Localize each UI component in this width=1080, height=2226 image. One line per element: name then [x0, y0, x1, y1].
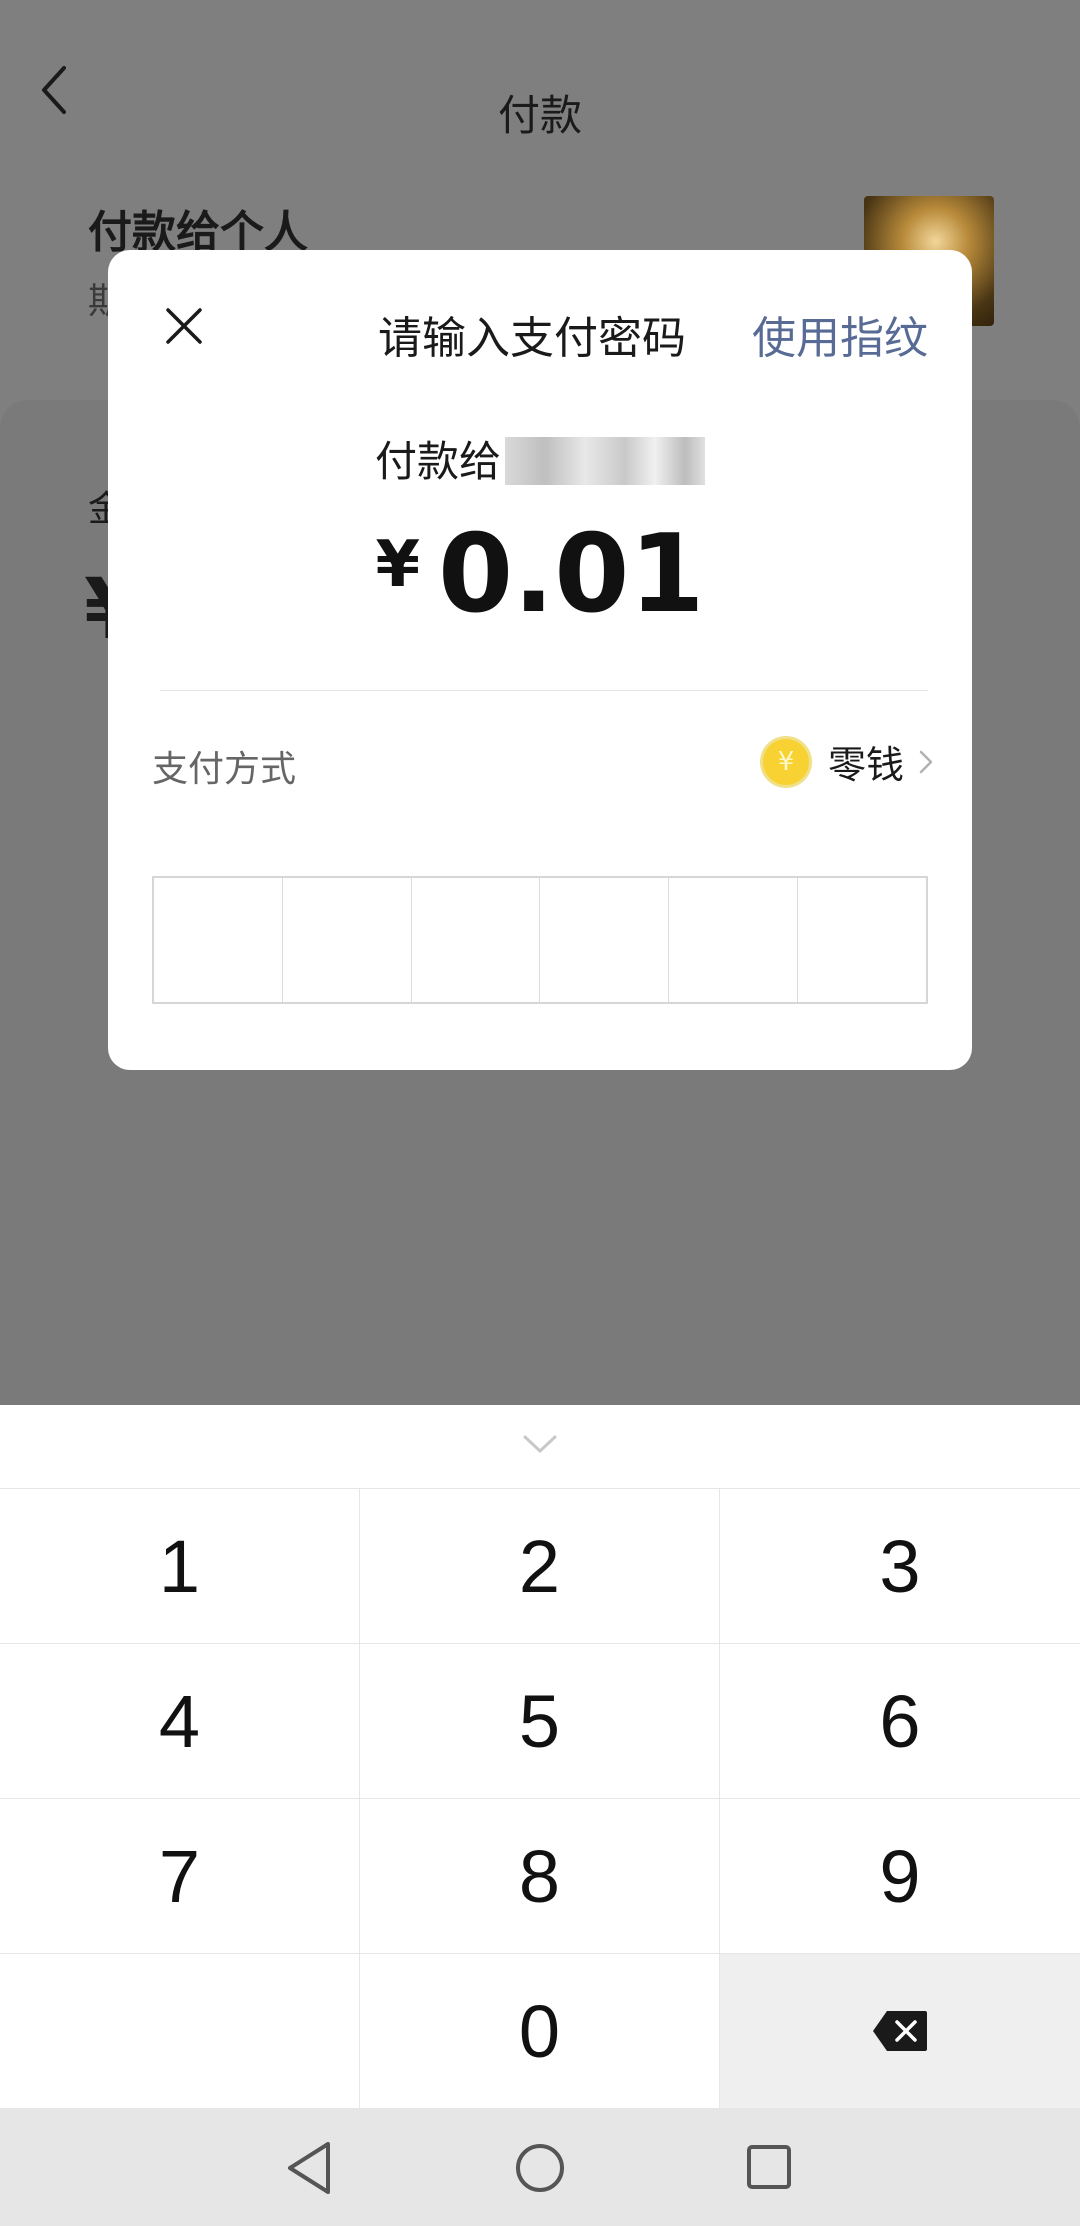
key-6[interactable]: 6 [720, 1644, 1080, 1799]
payment-method-label: 支付方式 [152, 749, 297, 790]
system-nav-bar [0, 2108, 1080, 2226]
key-empty [0, 1954, 360, 2109]
keypad-collapse-button[interactable] [0, 1405, 1080, 1488]
password-digit-cell [798, 878, 926, 1002]
delete-key[interactable] [720, 1954, 1080, 2109]
numeric-keypad-panel: 1 2 3 4 5 6 7 8 9 0 [0, 1405, 1080, 2109]
payee-line: 付款给 [108, 428, 972, 489]
key-9[interactable]: 9 [720, 1799, 1080, 1954]
nav-home-icon[interactable] [514, 2142, 566, 2194]
coin-icon: ¥ [759, 735, 812, 788]
password-digit-cell [283, 878, 412, 1002]
top-nav-bar: 付款 [0, 30, 1080, 140]
key-3[interactable]: 3 [720, 1489, 1080, 1644]
password-digit-cell [154, 878, 283, 1002]
password-digit-cell [412, 878, 541, 1002]
currency-symbol: ¥ [375, 528, 421, 602]
payment-method-value: 零钱 [827, 743, 904, 787]
backspace-icon [873, 2011, 927, 2051]
password-digit-cell [669, 878, 799, 1002]
password-digit-cell [540, 878, 670, 1002]
numeric-keypad: 1 2 3 4 5 6 7 8 9 0 [0, 1488, 1080, 2109]
close-icon[interactable] [164, 306, 204, 346]
payment-password-dialog: 请输入支付密码 使用指纹 付款给 ¥0.01 支付方式 ¥ 零钱 [108, 250, 972, 1070]
amount-value: 0.01 [438, 512, 705, 637]
nav-back-icon[interactable] [284, 2140, 336, 2196]
dialog-title: 请输入支付密码 [378, 313, 686, 364]
divider [160, 690, 928, 691]
chevron-right-icon [919, 750, 933, 773]
key-1[interactable]: 1 [0, 1489, 360, 1644]
payee-name-blurred [505, 436, 705, 485]
chevron-down-icon [523, 1435, 557, 1453]
key-2[interactable]: 2 [360, 1489, 720, 1644]
amount-display: ¥0.01 [108, 512, 972, 637]
key-4[interactable]: 4 [0, 1644, 360, 1799]
use-fingerprint-button[interactable]: 使用指纹 [752, 302, 928, 366]
page-title: 付款 [497, 91, 582, 140]
key-0[interactable]: 0 [360, 1954, 720, 2109]
key-5[interactable]: 5 [360, 1644, 720, 1799]
nav-recent-apps-icon[interactable] [746, 2144, 792, 2190]
key-8[interactable]: 8 [360, 1799, 720, 1954]
password-input[interactable] [152, 876, 928, 1004]
key-7[interactable]: 7 [0, 1799, 360, 1954]
payment-method-selector[interactable]: ¥ 零钱 [759, 734, 936, 789]
payee-prefix: 付款给 [374, 437, 501, 486]
